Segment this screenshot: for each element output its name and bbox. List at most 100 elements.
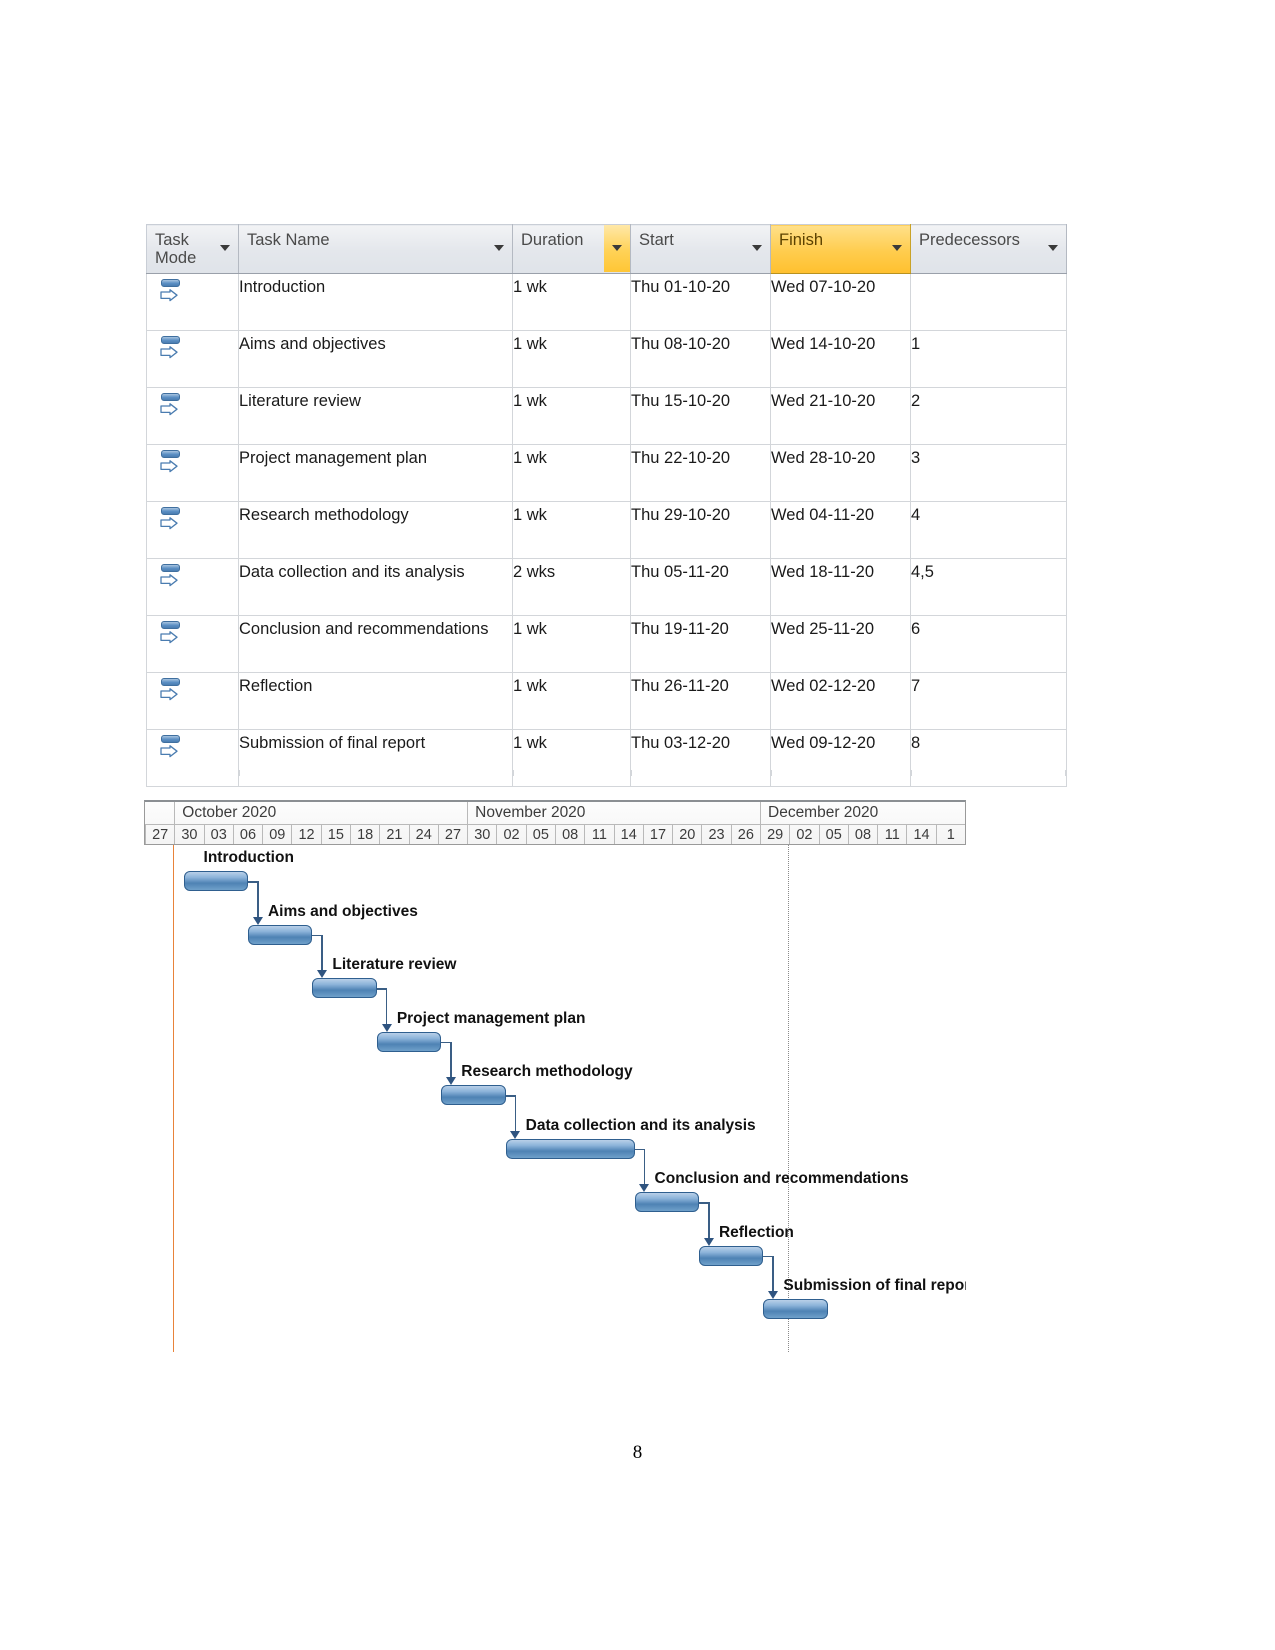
gantt-link-segment [385,988,388,1025]
cell-task-mode[interactable] [146,501,239,559]
cell-task-name[interactable]: Submission of final report [238,729,513,787]
cell-predecessors[interactable]: 8 [910,729,1067,787]
cell-task-mode[interactable] [146,273,239,331]
gantt-bar[interactable] [634,1192,699,1212]
cell-start[interactable]: Thu 26-11-20 [630,672,771,730]
filter-dropdown-duration[interactable] [604,225,630,272]
cell-duration[interactable]: 2 wks [512,558,631,616]
cell-duration[interactable]: 1 wk [512,387,631,445]
cell-task-name[interactable]: Project management plan [238,444,513,502]
column-header-label: Task Name [247,231,330,249]
cell-predecessors[interactable]: 2 [910,387,1067,445]
cell-predecessors[interactable]: 4 [910,501,1067,559]
cell-finish[interactable]: Wed 18-11-20 [770,558,911,616]
gantt-day-tick: 06 [232,825,262,844]
gantt-bar[interactable] [763,1299,828,1319]
gantt-link-arrow-icon [639,1184,650,1192]
gantt-month-label: October 2020 [174,802,467,824]
table-row[interactable]: Data collection and its analysis 2 wks Thu… [146,558,1067,616]
gantt-bar[interactable] [441,1085,506,1105]
cell-finish[interactable]: Wed 04-11-20 [770,501,911,559]
table-row[interactable]: Aims and objectives 1 wk Thu 08-10-20 Wed 1… [146,330,1067,388]
cell-finish[interactable]: Wed 28-10-20 [770,444,911,502]
gantt-link-segment [376,988,386,990]
cell-predecessors[interactable]: 4,5 [910,558,1067,616]
cell-finish[interactable]: Wed 02-12-20 [770,672,911,730]
cell-duration[interactable]: 1 wk [512,273,631,331]
gantt-bar[interactable] [247,924,313,945]
table-row[interactable]: Reflection 1 wk Thu 26-11-20 Wed 02-12-20 7 [146,672,1067,730]
cell-predecessors[interactable]: 3 [910,444,1067,502]
filter-dropdown-finish[interactable] [884,225,910,272]
table-row[interactable]: Literature review 1 wk Thu 15-10-20 Wed 21-… [146,387,1067,445]
filter-dropdown-task-name[interactable] [486,225,512,272]
cell-duration[interactable]: 1 wk [512,501,631,559]
filter-dropdown-predecessors[interactable] [1040,225,1066,272]
table-row[interactable]: Conclusion and recommendations 1 wk Thu 19… [146,615,1067,673]
cell-start[interactable]: Thu 15-10-20 [630,387,771,445]
column-header-predecessors[interactable]: Predecessors [910,224,1067,274]
table-row[interactable]: Introduction 1 wk Thu 01-10-20 Wed 07-10-20 [146,273,1067,331]
cell-task-name[interactable]: Introduction [238,273,513,331]
cell-start[interactable]: Thu 03-12-20 [630,729,771,787]
cell-task-mode[interactable] [146,558,239,616]
cell-finish[interactable]: Wed 21-10-20 [770,387,911,445]
gantt-day-tick: 18 [350,825,379,844]
cell-finish[interactable]: Wed 14-10-20 [770,330,911,388]
filter-dropdown-start[interactable] [744,225,770,272]
cell-task-name[interactable]: Literature review [238,387,513,445]
column-header-start[interactable]: Start [630,224,771,274]
column-header-task-mode[interactable]: Task Mode [146,224,239,274]
gantt-bar[interactable] [312,978,377,998]
gantt-bars-area: Introduction Aims and objectives Literatur… [144,845,966,1352]
column-header-duration[interactable]: Duration [512,224,631,274]
cell-finish[interactable]: Wed 25-11-20 [770,615,911,673]
gantt-bar[interactable] [505,1138,635,1159]
cell-predecessors[interactable]: 1 [910,330,1067,388]
cell-task-mode[interactable] [146,729,239,787]
column-header-task-name[interactable]: Task Name [238,224,513,274]
gantt-day-tick: 08 [555,825,584,844]
cell-task-name[interactable]: Aims and objectives [238,330,513,388]
table-row[interactable]: Submission of final report 1 wk Thu 03-12-… [146,729,1067,787]
column-header-finish[interactable]: Finish [770,224,911,274]
gantt-day-tick: 11 [584,825,613,844]
cell-start[interactable]: Thu 05-11-20 [630,558,771,616]
cell-start[interactable]: Thu 29-10-20 [630,501,771,559]
cell-start[interactable]: Thu 01-10-20 [630,273,771,331]
cell-duration[interactable]: 1 wk [512,672,631,730]
cell-duration[interactable]: 1 wk [512,729,631,787]
gantt-link-segment [643,1148,646,1185]
cell-start[interactable]: Thu 08-10-20 [630,330,771,388]
cell-duration[interactable]: 1 wk [512,444,631,502]
table-row[interactable]: Research methodology 1 wk Thu 29-10-20 Wed … [146,501,1067,559]
cell-task-mode[interactable] [146,330,239,388]
cell-task-name[interactable]: Conclusion and recommendations [238,615,513,673]
cell-finish[interactable]: Wed 09-12-20 [770,729,911,787]
gantt-bar[interactable] [183,871,248,891]
filter-dropdown-task-mode[interactable] [212,225,238,272]
gantt-day-tick: 02 [496,825,525,844]
cell-predecessors[interactable]: 7 [910,672,1067,730]
cell-start[interactable]: Thu 22-10-20 [630,444,771,502]
gantt-bar-label: Aims and objectives [267,902,418,920]
cell-task-name[interactable]: Reflection [238,672,513,730]
table-row[interactable]: Project management plan 1 wk Thu 22-10-20 W… [146,444,1067,502]
gantt-day-tick: 30 [174,825,203,844]
cell-task-name[interactable]: Research methodology [238,501,513,559]
cell-task-name[interactable]: Data collection and its analysis [238,558,513,616]
cell-task-mode[interactable] [146,444,239,502]
cell-duration[interactable]: 1 wk [512,615,631,673]
gantt-day-tick: 14 [613,825,643,844]
gantt-day-tick: 30 [467,825,496,844]
cell-task-mode[interactable] [146,615,239,673]
cell-task-mode[interactable] [146,672,239,730]
cell-finish[interactable]: Wed 07-10-20 [770,273,911,331]
cell-predecessors[interactable] [910,273,1067,331]
cell-task-mode[interactable] [146,387,239,445]
gantt-bar[interactable] [698,1245,764,1266]
cell-start[interactable]: Thu 19-11-20 [630,615,771,673]
cell-predecessors[interactable]: 6 [910,615,1067,673]
gantt-bar[interactable] [376,1031,442,1052]
cell-duration[interactable]: 1 wk [512,330,631,388]
